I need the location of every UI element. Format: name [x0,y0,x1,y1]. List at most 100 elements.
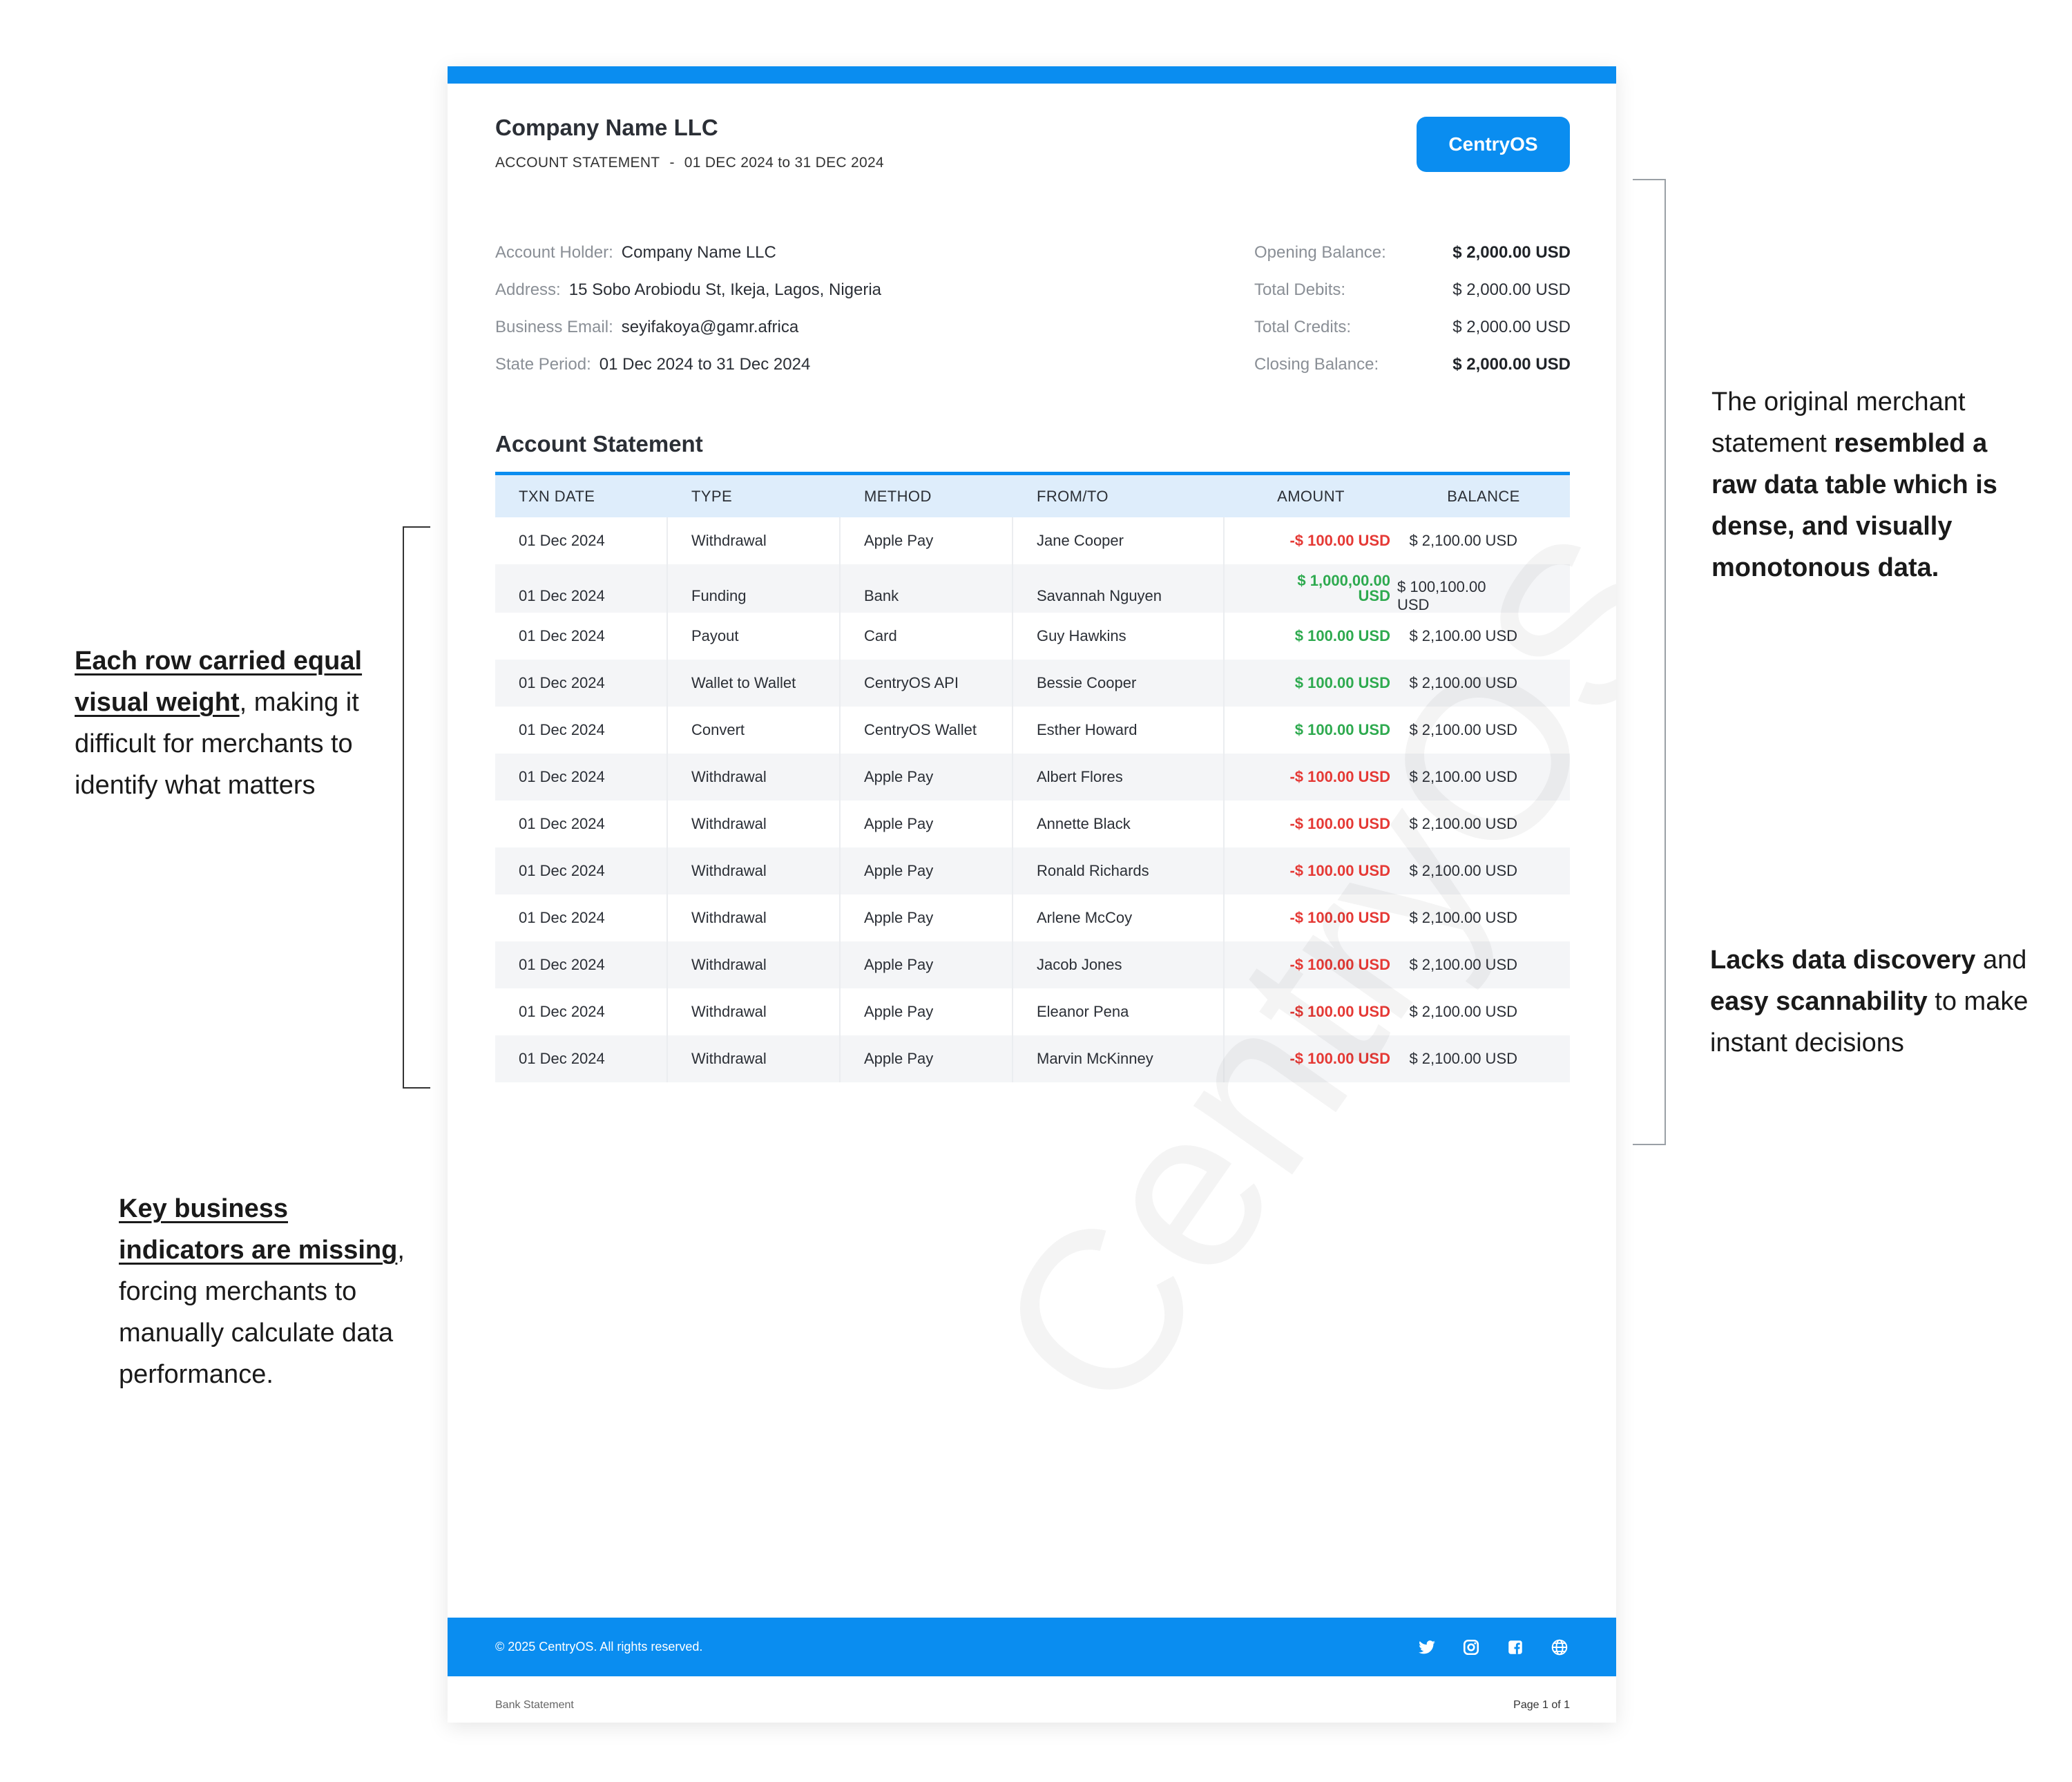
cell-type: Withdrawal [668,1035,841,1082]
header-method: METHOD [864,487,932,505]
info-label: Business Email: [495,318,613,336]
cell-type: Withdrawal [668,988,841,1035]
annotation-text: and [1975,946,2027,975]
balance-summary: Opening Balance: $ 2,000.00 USD Total De… [1254,234,1571,383]
cell-date: 01 Dec 2024 [495,894,668,941]
cell-method: Apple Pay [841,1035,1013,1082]
cell-party: Jacob Jones [1013,941,1225,988]
cell-date: 01 Dec 2024 [495,564,668,613]
transactions-table: TXN DATE TYPE METHOD FROM/TO AMOUNT BALA… [495,472,1570,1082]
info-label: Account Holder: [495,243,613,262]
balance-value: $ 2,000.00 USD [1452,355,1571,374]
info-value: 01 Dec 2024 to 31 Dec 2024 [599,355,811,374]
cell-date: 01 Dec 2024 [495,754,668,801]
cell-party: Annette Black [1013,801,1225,847]
cell-amount: $ 100.00 USD [1294,627,1390,644]
social-links [1418,1638,1569,1656]
annotation-bold: Lacks data discovery [1710,946,1976,975]
cell-party: Jane Cooper [1013,517,1225,564]
table-row[interactable]: 01 Dec 2024 Withdrawal Apple Pay Jane Co… [495,517,1570,564]
total-credits-row: Total Credits: $ 2,000.00 USD [1254,309,1571,346]
centryos-brand-button[interactable]: CentryOS [1417,117,1570,172]
cell-balance: $ 2,100.00 USD [1409,627,1517,644]
cell-type: Convert [668,707,841,754]
cell-balance: $ 2,100.00 USD [1409,956,1517,973]
info-value: 15 Sobo Arobiodu St, Ikeja, Lagos, Niger… [568,280,882,299]
cell-date: 01 Dec 2024 [495,801,668,847]
annotation-missing-indicators: Key business indicators are missing, for… [119,1188,416,1395]
header-type: TYPE [691,487,733,505]
annotation-emphasis: Key business indicators are missing [119,1194,398,1265]
cell-party: Arlene McCoy [1013,894,1225,941]
cell-amount: -$ 100.00 USD [1289,768,1390,785]
cell-type: Withdrawal [668,847,841,894]
document-label: Bank Statement [495,1699,574,1711]
info-value: Company Name LLC [621,243,776,262]
cell-amount: -$ 100.00 USD [1289,956,1390,973]
account-info: Account Holder: Company Name LLC Address… [495,234,881,383]
page-number: Page 1 of 1 [1513,1699,1570,1711]
info-label: Address: [495,280,561,299]
twitter-icon[interactable] [1418,1638,1436,1656]
annotation-bold: easy scannability [1710,987,1928,1016]
cell-party: Esther Howard [1013,707,1225,754]
cell-type: Withdrawal [668,754,841,801]
cell-date: 01 Dec 2024 [495,707,668,754]
cell-amount: -$ 100.00 USD [1289,815,1390,832]
amount-line-2: USD [1358,587,1390,604]
info-value: seyifakoya@gamr.africa [621,318,799,336]
statement-card: Company Name LLC ACCOUNT STATEMENT -01 DE… [448,66,1616,1723]
cell-party: Albert Flores [1013,754,1225,801]
table-row[interactable]: 01 Dec 2024 Withdrawal Apple Pay Eleanor… [495,988,1570,1035]
cell-balance: $ 2,100.00 USD [1409,1003,1517,1020]
table-row[interactable]: 01 Dec 2024 Withdrawal Apple Pay Albert … [495,754,1570,801]
cell-date: 01 Dec 2024 [495,847,668,894]
cell-balance: $ 2,100.00 USD [1409,1050,1517,1067]
annotation-equal-weight: Each row carried equal visual weight, ma… [75,640,399,806]
table-row[interactable]: 01 Dec 2024 Payout Card Guy Hawkins $ 10… [495,613,1570,660]
cell-method: Apple Pay [841,988,1013,1035]
cell-amount: $ 100.00 USD [1294,721,1390,738]
cell-amount: $ 100.00 USD [1294,674,1390,691]
instagram-icon[interactable] [1462,1638,1480,1656]
table-row[interactable]: 01 Dec 2024 Convert CentryOS Wallet Esth… [495,707,1570,754]
amount-wrapped: $ 1,000,00.00 USD [1297,573,1390,604]
table-row[interactable]: 01 Dec 2024 Wallet to Wallet CentryOS AP… [495,660,1570,707]
cell-type: Wallet to Wallet [668,660,841,707]
facebook-icon[interactable] [1506,1638,1524,1656]
footer-copyright: © 2025 CentryOS. All rights reserved. [495,1640,703,1654]
subtitle-separator: - [669,155,675,171]
annotation-scannability: Lacks data discovery and easy scannabili… [1710,939,2049,1064]
table-row[interactable]: 01 Dec 2024 Withdrawal Apple Pay Jacob J… [495,941,1570,988]
cell-date: 01 Dec 2024 [495,988,668,1035]
page-footer: Bank Statement Page 1 of 1 [495,1699,1570,1712]
table-row[interactable]: 01 Dec 2024 Funding Bank Savannah Nguyen… [495,564,1570,613]
opening-balance-row: Opening Balance: $ 2,000.00 USD [1254,234,1571,271]
state-period-row: State Period: 01 Dec 2024 to 31 Dec 2024 [495,346,881,383]
cell-method: Bank [841,564,1013,613]
cell-type: Withdrawal [668,801,841,847]
cell-balance: $ 100,100.00 USD [1397,578,1486,613]
balance-value: $ 2,000.00 USD [1452,243,1571,262]
bracket-right [1633,179,1666,1145]
cell-type: Funding [668,564,841,613]
table-row[interactable]: 01 Dec 2024 Withdrawal Apple Pay Ronald … [495,847,1570,894]
balance-label: Opening Balance: [1254,243,1386,262]
cell-balance: $ 2,100.00 USD [1409,862,1517,879]
cell-type: Withdrawal [668,894,841,941]
footer-bar: © 2025 CentryOS. All rights reserved. [448,1618,1616,1676]
globe-icon[interactable] [1551,1638,1569,1656]
table-row[interactable]: 01 Dec 2024 Withdrawal Apple Pay Marvin … [495,1035,1570,1082]
table-row[interactable]: 01 Dec 2024 Withdrawal Apple Pay Arlene … [495,894,1570,941]
cell-method: Apple Pay [841,894,1013,941]
cell-party: Guy Hawkins [1013,613,1225,660]
business-email-row: Business Email: seyifakoya@gamr.africa [495,309,881,346]
table-row[interactable]: 01 Dec 2024 Withdrawal Apple Pay Annette… [495,801,1570,847]
subtitle-period: 01 DEC 2024 to 31 DEC 2024 [684,155,884,171]
cell-party: Eleanor Pena [1013,988,1225,1035]
cell-type: Payout [668,613,841,660]
cell-amount: $ 1,000,00.00 USD [1225,564,1397,613]
section-title: Account Statement [495,431,703,457]
cell-date: 01 Dec 2024 [495,613,668,660]
cell-balance: $ 2,100.00 USD [1409,674,1517,691]
